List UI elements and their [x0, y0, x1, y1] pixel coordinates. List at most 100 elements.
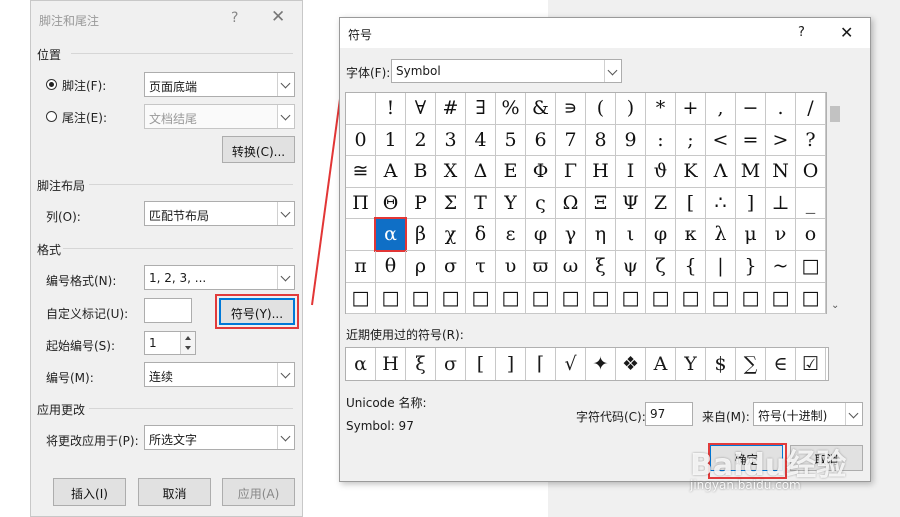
symbol-cell[interactable]: σ: [436, 251, 466, 283]
symbol-cell[interactable]: γ: [556, 219, 586, 251]
footnote-radio[interactable]: [46, 79, 57, 90]
symbol-cell[interactable]: ϑ: [646, 156, 676, 188]
symbol-cell[interactable]: □: [766, 282, 796, 315]
symbol-grid[interactable]: ! ∀ # ∃% & ∍() * +, −./ 0 1 2 3 4 5 6 7 8 9:; < = >? ≅ Α Β Χ Δ Ε Φ Γ Η…: [345, 92, 827, 315]
chevron-down-icon[interactable]: [277, 363, 294, 386]
close-icon[interactable]: ✕: [271, 7, 285, 27]
close-icon[interactable]: ✕: [840, 23, 853, 42]
symbol-cell[interactable]: □: [376, 282, 406, 315]
help-button[interactable]: ?: [798, 25, 805, 40]
symbol-cell[interactable]: (: [586, 93, 616, 125]
recent-symbol-cell[interactable]: ]: [496, 348, 526, 380]
stepper-down-icon[interactable]: [180, 343, 195, 354]
symbol-cell[interactable]: ~: [766, 251, 796, 283]
chevron-down-icon[interactable]: [277, 426, 294, 449]
symbol-cell[interactable]: ): [616, 93, 646, 125]
symbol-cell[interactable]: λ: [706, 219, 736, 251]
symbol-cell[interactable]: Σ: [436, 187, 466, 220]
symbol-cell[interactable]: Α: [376, 156, 406, 188]
symbol-cell[interactable]: ω: [556, 251, 586, 283]
symbol-cell[interactable]: %: [496, 93, 526, 125]
symbol-cell[interactable]: Φ: [526, 156, 556, 188]
symbol-cell[interactable]: ∴: [706, 187, 736, 220]
symbol-cell[interactable]: ?: [796, 124, 826, 157]
symbol-cell[interactable]: □: [556, 282, 586, 315]
symbol-cell[interactable]: Ν: [766, 156, 796, 188]
recent-symbol-cell[interactable]: ξ: [406, 348, 436, 380]
symbol-cell[interactable]: Ξ: [586, 187, 616, 220]
symbol-cell[interactable]: Χ: [436, 156, 466, 188]
custom-mark-input[interactable]: [144, 298, 192, 323]
symbol-cell[interactable]: *: [646, 93, 676, 125]
symbol-cell[interactable]: π: [346, 251, 376, 283]
recent-symbol-cell[interactable]: $: [706, 348, 736, 380]
symbol-cell[interactable]: □: [796, 282, 826, 315]
symbol-cell[interactable]: Τ: [466, 187, 496, 220]
symbol-cell[interactable]: ≅: [346, 156, 376, 188]
symbol-cell[interactable]: [: [676, 187, 706, 220]
symbol-cell[interactable]: δ: [466, 219, 496, 251]
recent-symbol-cell[interactable]: ❖: [616, 348, 646, 380]
symbol-cell[interactable]: β: [406, 219, 436, 251]
recent-symbol-cell[interactable]: Α: [646, 348, 676, 380]
columns-select[interactable]: 匹配节布局: [144, 201, 295, 226]
numbering-select[interactable]: 连续: [144, 362, 295, 387]
symbol-cell[interactable]: χ: [436, 219, 466, 251]
symbol-cell[interactable]: Γ: [556, 156, 586, 188]
symbol-cell[interactable]: □: [436, 282, 466, 315]
symbol-cell[interactable]: Ο: [796, 156, 826, 188]
symbol-cell[interactable]: 8: [586, 124, 616, 157]
symbol-cell[interactable]: ∃: [466, 93, 496, 125]
symbol-cell[interactable]: Ε: [496, 156, 526, 188]
symbol-cell[interactable]: θ: [376, 251, 406, 283]
start-at-stepper[interactable]: 1: [144, 331, 196, 355]
symbol-cell[interactable]: Μ: [736, 156, 766, 188]
symbol-cell[interactable]: :: [646, 124, 676, 157]
recent-symbol-cell[interactable]: ☑: [796, 348, 826, 380]
symbol-cell[interactable]: [346, 219, 376, 251]
symbol-cell[interactable]: τ: [466, 251, 496, 283]
recent-symbol-cell[interactable]: ∈: [766, 348, 796, 380]
symbol-cell[interactable]: }: [736, 251, 766, 283]
scrollbar-thumb[interactable]: [830, 106, 840, 122]
symbol-cell[interactable]: □: [586, 282, 616, 315]
font-select[interactable]: Symbol: [391, 59, 622, 83]
symbol-cell[interactable]: μ: [736, 219, 766, 251]
symbol-cell[interactable]: >: [766, 124, 796, 157]
footnote-position-select[interactable]: 页面底端: [144, 72, 295, 97]
recent-symbol-cell[interactable]: Η: [376, 348, 406, 380]
symbol-cell[interactable]: ϖ: [526, 251, 556, 283]
symbol-cell[interactable]: +: [676, 93, 706, 125]
symbol-cell[interactable]: □: [466, 282, 496, 315]
recent-symbol-cell[interactable]: [: [466, 348, 496, 380]
symbol-cell[interactable]: .: [766, 93, 796, 125]
symbol-cell[interactable]: Υ: [496, 187, 526, 220]
symbol-cell[interactable]: Η: [586, 156, 616, 188]
symbol-cell[interactable]: 4: [466, 124, 496, 157]
symbol-cell[interactable]: 5: [496, 124, 526, 157]
symbol-cell[interactable]: □: [706, 282, 736, 315]
symbol-cell[interactable]: ;: [676, 124, 706, 157]
recent-symbol-cell[interactable]: σ: [436, 348, 466, 380]
insert-button[interactable]: 插入(I): [53, 478, 126, 506]
symbol-cell[interactable]: □: [496, 282, 526, 315]
symbol-cell[interactable]: ι: [616, 219, 646, 251]
recent-symbol-cell[interactable]: ⌈: [526, 348, 556, 380]
symbol-cell[interactable]: Ψ: [616, 187, 646, 220]
char-code-input[interactable]: 97: [645, 402, 693, 426]
apply-button[interactable]: 应用(A): [222, 478, 295, 506]
recent-symbol-cell[interactable]: α: [346, 348, 376, 380]
symbol-cell[interactable]: ψ: [616, 251, 646, 283]
symbol-cell[interactable]: &: [526, 93, 556, 125]
number-format-select[interactable]: 1, 2, 3, ...: [144, 265, 295, 290]
symbol-cell[interactable]: #: [436, 93, 466, 125]
symbol-cell[interactable]: φ: [526, 219, 556, 251]
symbol-cell[interactable]: ο: [796, 219, 826, 251]
symbol-cell[interactable]: 9: [616, 124, 646, 157]
chevron-down-icon[interactable]: [277, 202, 294, 225]
symbol-cell[interactable]: □: [346, 282, 376, 315]
symbol-cell[interactable]: ν: [766, 219, 796, 251]
symbol-cell[interactable]: −: [736, 93, 766, 125]
symbol-cell[interactable]: /: [796, 93, 826, 125]
symbol-cell[interactable]: □: [676, 282, 706, 315]
